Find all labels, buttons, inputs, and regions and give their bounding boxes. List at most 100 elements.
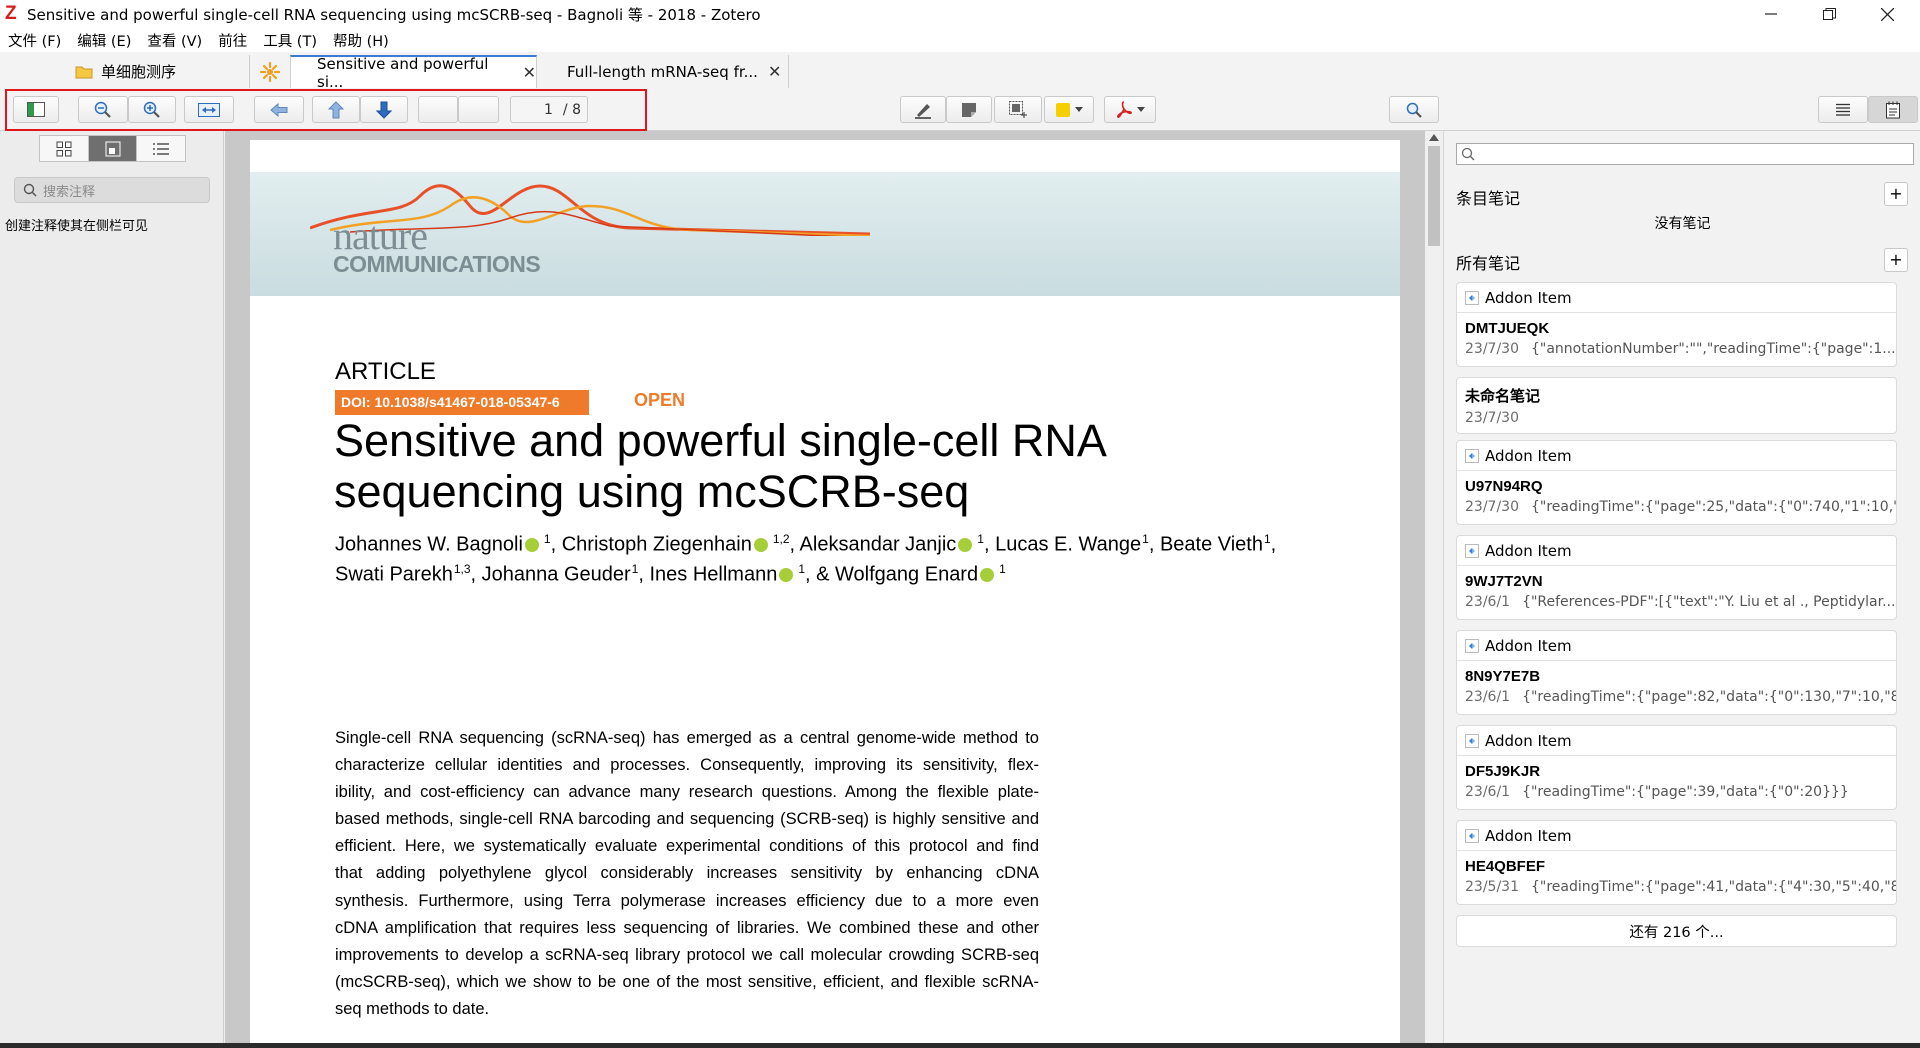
note-date: 23/6/1 [1465,689,1511,705]
sparkle-icon [259,61,281,82]
note-title: HE4QBFEF [1465,858,1546,875]
note-preview: {"annotationNumber":"","readingTime":{"p… [1530,341,1896,357]
note-card[interactable]: Addon Item DMTJUEQK 23/7/30 {"annotationNum… [1456,282,1897,367]
outline-view-button[interactable] [137,136,185,161]
note-card-header: Addon Item [1457,441,1896,471]
author-name: Swati Parekh [335,563,453,586]
menu-tools[interactable]: 工具 (T) [255,30,325,51]
note-tool-button[interactable] [946,96,992,123]
pdf-viewer[interactable]: nature COMMUNICATIONS ARTICLE DOI: 10.10… [225,131,1425,1048]
toggle-context-pane-button[interactable] [1818,96,1868,123]
annotations-sidebar: 搜索注释 创建注释使其在侧栏可见 [0,131,224,1048]
note-card[interactable]: Addon Item HE4QBFEF 23/5/31 {"readingTime":… [1456,820,1897,905]
close-tab-icon[interactable]: ✕ [768,62,781,81]
abstract-line: synthesis. Furthermore, using Terra poly… [335,891,1039,910]
addon-icon [1465,733,1479,748]
note-preview: {"readingTime":{"page":82,"data":{"0":13… [1522,689,1896,705]
orcid-icon[interactable] [524,537,539,552]
abstract-line: based methods, single-cell RNA barcoding… [335,810,1039,829]
tab-zotero-home[interactable] [250,55,290,88]
restore-button[interactable] [1800,0,1858,28]
abstract: Single-cell RNA sequencing (scRNA-seq) h… [335,725,1039,1023]
note-meta: 23/6/1 {"readingTime":{"page":82,"data":{… [1457,685,1896,705]
note-card[interactable]: Addon Item 9WJ7T2VN 23/6/1 {"References-PDF… [1456,535,1897,620]
pdf-scrollbar[interactable] [1425,131,1443,1048]
annotation-search-box[interactable]: 搜索注释 [14,177,210,203]
note-date: 23/6/1 [1465,784,1511,800]
notes-pane-button[interactable] [1868,96,1918,123]
note-card-header-label: Addon Item [1485,636,1572,655]
note-date: 23/7/30 [1465,341,1519,357]
area-select-icon [1009,101,1027,118]
author-name: Aleksandar Janjic [799,533,957,556]
note-title: DF5J9KJR [1465,763,1541,780]
open-external-pdf-button[interactable] [1104,96,1156,123]
show-more-notes-button[interactable]: 还有 216 个... [1456,915,1897,947]
area-tool-button[interactable] [994,96,1042,123]
close-tab-icon[interactable]: ✕ [523,63,536,82]
note-date: 23/5/31 [1465,879,1519,895]
empty-annotations-message: 创建注释使其在侧栏可见 [5,219,149,234]
close-window-button[interactable] [1858,0,1916,28]
note-card-header-label: Addon Item [1485,541,1572,560]
folder-icon [75,66,93,78]
author-name: Lucas E. Wange [995,533,1142,556]
open-access-label: OPEN [634,390,686,410]
add-item-note-button[interactable]: + [1884,182,1908,206]
tab-current-document[interactable]: Sensitive and powerful si... ✕ [290,55,537,91]
article-title: Sensitive and powerful single-cell RNA s… [334,415,1105,517]
minimize-button[interactable] [1742,0,1800,28]
tab-library[interactable]: 单细胞测序 [0,55,250,88]
annotation-icon [105,141,120,156]
restore-icon [1822,7,1836,20]
note-card-header-label: Addon Item [1485,446,1572,465]
note-card[interactable]: Addon Item DF5J9KJR 23/6/1 {"readingTime":{… [1456,725,1897,810]
title-bar: Z Sensitive and powerful single-cell RNA… [0,0,1920,28]
scrollbar-thumb[interactable] [1428,146,1440,246]
author-name: Christoph Ziegenhain [561,533,752,556]
doi-badge[interactable]: DOI: 10.1038/s41467-018-05347-6 [335,390,589,415]
thumbnails-view-button[interactable] [40,136,89,161]
note-preview: {"readingTime":{"page":39,"data":{"0":20… [1522,784,1849,800]
note-card[interactable]: Addon Item U97N94RQ 23/7/30 {"readingTime":… [1456,440,1897,525]
orcid-icon[interactable] [980,567,995,582]
scroll-up-icon[interactable] [1429,134,1439,141]
pdf-page: nature COMMUNICATIONS ARTICLE DOI: 10.10… [250,140,1400,1048]
menu-file[interactable]: 文件 (F) [0,30,69,51]
addon-icon [1465,290,1479,305]
menu-view[interactable]: 查看 (V) [139,30,210,51]
search-icon [1461,147,1475,161]
outline-list-icon [153,142,170,155]
author-affiliation: 1 [1263,532,1271,546]
notes-search-input[interactable] [1456,143,1914,165]
add-standalone-note-button[interactable]: + [1884,248,1908,272]
author-affiliation: 1 [977,532,984,546]
close-icon [1880,7,1894,21]
find-button[interactable] [1389,96,1439,123]
thumbnails-icon [56,141,72,156]
tab-second-document[interactable]: Full-length mRNA-seq fr... ✕ [537,55,789,88]
sidebar-view-switcher [39,135,186,162]
orcid-icon[interactable] [958,537,973,552]
author-name: Beate Vieth [1159,533,1263,556]
menu-go[interactable]: 前往 [210,30,255,51]
abstract-line: efficient. Here, we systematically evalu… [335,837,1039,856]
menu-edit[interactable]: 编辑 (E) [69,30,139,51]
orcid-icon[interactable] [753,537,768,552]
color-picker-button[interactable] [1044,96,1094,123]
highlight-tool-button[interactable] [900,96,946,123]
orcid-icon[interactable] [779,567,794,582]
highlight-box [5,89,647,131]
note-card[interactable]: 未命名笔记 23/7/30 [1456,377,1897,434]
note-meta: 23/6/1 {"References-PDF":[{"text":"Y. Liu… [1457,590,1896,610]
note-icon [962,102,976,117]
author-name: Ines Hellmann [649,563,778,586]
note-title: U97N94RQ [1465,478,1543,495]
annotations-view-button[interactable] [88,136,138,161]
author-affiliation: 1 [1142,532,1149,546]
menu-help[interactable]: 帮助 (H) [325,30,397,51]
note-preview: {"readingTime":{"page":25,"data":{"0":74… [1530,499,1896,515]
menu-bar: 文件 (F) 编辑 (E) 查看 (V) 前往 工具 (T) 帮助 (H) [0,28,1920,52]
tab-library-label: 单细胞测序 [101,63,177,81]
note-card[interactable]: Addon Item 8N9Y7E7B 23/6/1 {"readingTime":{… [1456,630,1897,715]
